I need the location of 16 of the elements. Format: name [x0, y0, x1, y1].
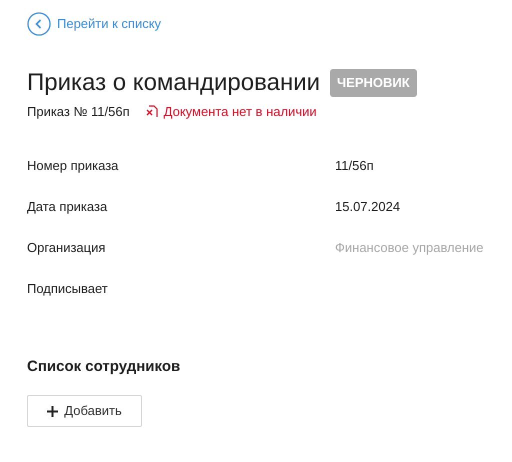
field-value: 11/56п: [335, 156, 375, 174]
field-label: Дата приказа: [27, 198, 108, 216]
plus-icon: [47, 406, 58, 416]
field-label: Номер приказа: [27, 156, 120, 175]
order-number: Приказ № 11/56п: [27, 103, 130, 121]
add-button[interactable]: Добавить: [27, 395, 142, 427]
field-label: Организация: [27, 238, 106, 257]
warning-text: Документа нет в наличии: [164, 103, 317, 121]
back-icon: [27, 12, 51, 36]
field-value: 15.07.2024: [335, 198, 402, 216]
status-badge: ЧЕРНОВИК: [330, 69, 417, 97]
field-label: Подписывает: [27, 280, 109, 298]
section-title: Список сотрудников: [27, 356, 182, 376]
missing-document-icon: [146, 105, 158, 118]
field-value: Финансовое управление: [335, 238, 485, 257]
page-title: Приказ о командировании: [27, 68, 320, 98]
